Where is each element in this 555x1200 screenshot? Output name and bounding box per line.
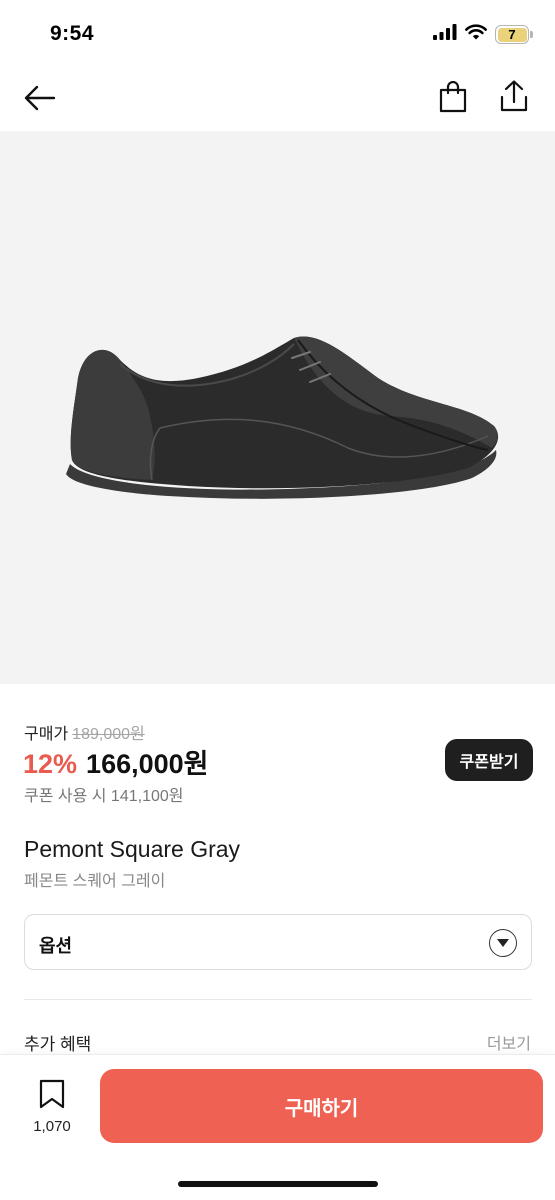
buy-button[interactable]: 구매하기 [100,1069,543,1143]
product-name: Pemont Square Gray [24,836,241,862]
option-label: 옵션 [39,936,73,956]
price-label: 구매가 [24,726,69,743]
battery-cap [530,31,533,38]
shopping-bag-icon [439,80,467,118]
shoe-image [65,336,498,499]
back-button[interactable] [22,82,58,118]
chevron-down-icon [489,929,517,957]
battery-level: 7 [497,27,527,42]
status-bar: 9:54 7 [0,0,555,70]
battery-icon: 7 [495,25,533,44]
sale-price: 166,000원 [86,749,209,779]
benefit-title: 추가 혜택 [24,1035,92,1054]
share-button[interactable] [497,78,531,118]
divider [24,999,532,1000]
coupon-price: 쿠폰 사용 시 141,100원 [24,788,184,805]
status-time: 9:54 [50,22,95,45]
wifi-icon [465,24,487,45]
benefit-more-link[interactable]: 더보기 [487,1030,531,1054]
bookmark-icon [39,1079,65,1114]
discount-rate: 12% [23,749,78,779]
bookmark-button[interactable]: 1,070 [24,1079,80,1139]
option-select[interactable]: 옵션 [24,914,532,970]
bookmark-count: 1,070 [33,1118,71,1135]
home-indicator [178,1181,378,1187]
price-label-row: 구매가 189,000원 [24,720,145,744]
bottom-bar: 1,070 구매하기 [0,1054,555,1200]
arrow-left-icon [24,85,56,116]
coupon-button[interactable]: 쿠폰받기 [445,739,533,781]
cart-button[interactable] [436,80,470,118]
nav-bar [0,70,555,130]
share-icon [500,79,528,117]
signal-icon [433,24,457,45]
price-row: 12% 166,000원 [23,742,209,781]
product-name-korean: 페몬트 스퀘어 그레이 [24,873,166,890]
original-price: 189,000원 [72,726,145,743]
battery-text: 7 [508,27,516,42]
product-image[interactable] [0,131,555,684]
status-icons: 7 [433,24,533,45]
